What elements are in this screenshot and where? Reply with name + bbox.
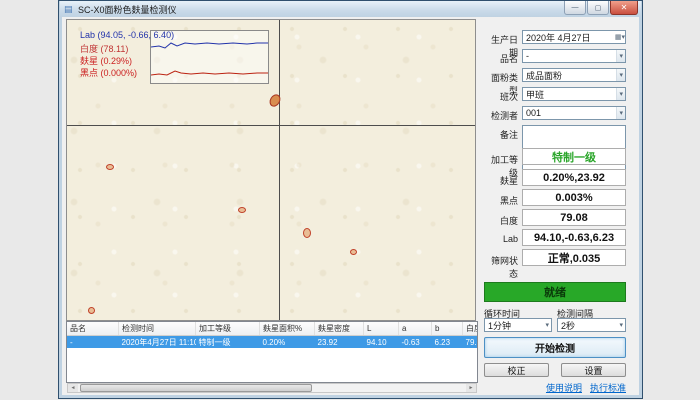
- crosshair-horizontal-line: [67, 125, 475, 126]
- sieve-state-label: 筛网状态: [484, 254, 518, 280]
- title-bar[interactable]: ▤ SC-X0面粉色麸量检测仪: [60, 1, 641, 17]
- maximize-button[interactable]: ▢: [587, 1, 609, 15]
- column-header[interactable]: 检测时间: [119, 322, 196, 336]
- close-button[interactable]: ✕: [610, 1, 638, 15]
- table-cell: 94.10: [364, 336, 399, 349]
- shift-label: 班次: [484, 90, 518, 103]
- column-header[interactable]: L: [364, 322, 399, 336]
- column-header[interactable]: a: [399, 322, 432, 336]
- bran-speck-marker: [88, 307, 95, 314]
- table-cell: 23.92: [315, 336, 364, 349]
- interval-value: 2秒: [561, 319, 575, 332]
- column-header[interactable]: 白度: [463, 322, 479, 336]
- interval-combo[interactable]: 2秒 ▾: [557, 318, 626, 332]
- bran-value: 0.20%,23.92: [522, 169, 626, 186]
- bran-speck-marker: [267, 92, 282, 108]
- scrollbar-track[interactable]: [312, 384, 466, 392]
- chevron-down-icon[interactable]: ▾: [616, 107, 625, 119]
- flour-type-value: 成品面粉: [526, 69, 562, 82]
- table-row[interactable]: -2020年4月27日 11:10特制一级0.20%23.9294.10-0.6…: [67, 336, 478, 349]
- inspector-label: 检测者: [484, 109, 518, 122]
- window-controls: — ▢ ✕: [563, 1, 638, 15]
- shift-value: 甲班: [526, 88, 544, 101]
- inspector-value: 001: [526, 108, 541, 118]
- table-cell: 特制一级: [196, 336, 260, 349]
- chevron-down-icon[interactable]: ▾: [543, 321, 551, 329]
- product-name-label: 品名: [484, 52, 518, 65]
- table-cell: 0.20%: [260, 336, 315, 349]
- start-detection-button[interactable]: 开始检测: [484, 337, 626, 358]
- maximize-icon: ▢: [595, 4, 602, 12]
- column-header[interactable]: 麸星面积%: [260, 322, 315, 336]
- overlay-blackspot-reading: 黑点 (0.000%): [80, 66, 137, 79]
- bran-trend-line: [151, 71, 268, 75]
- column-header[interactable]: 加工等级: [196, 322, 260, 336]
- flour-type-combo[interactable]: 成品面粉 ▾: [522, 68, 626, 82]
- app-window: ▤ SC-X0面粉色麸量检测仪 — ▢ ✕ Lab (94.05, -0.66,…: [58, 0, 643, 399]
- bran-speck-marker: [238, 207, 246, 213]
- lab-label: Lab: [484, 234, 518, 244]
- results-table: 品名检测时间加工等级麸星面积%麸星密度Lab白度黑点面积% -2020年4月27…: [67, 322, 478, 348]
- desktop: ▤ SC-X0面粉色麸量检测仪 — ▢ ✕ Lab (94.05, -0.66,…: [0, 0, 700, 400]
- grade-value: 特制一级: [522, 148, 626, 165]
- minimize-button[interactable]: —: [564, 1, 586, 15]
- table-horizontal-scrollbar[interactable]: ◄ ►: [67, 383, 477, 393]
- column-header[interactable]: b: [432, 322, 463, 336]
- minimize-icon: —: [572, 4, 579, 11]
- footer-links: 使用说明 执行标准: [484, 381, 626, 394]
- chevron-down-icon[interactable]: ▾: [616, 69, 625, 81]
- calibrate-button[interactable]: 校正: [484, 363, 549, 377]
- cycle-time-value: 1分钟: [488, 319, 511, 332]
- app-icon: ▤: [64, 4, 74, 14]
- product-name-value: -: [526, 51, 529, 61]
- sieve-state-value: 正常,0.035: [522, 249, 626, 266]
- close-icon: ✕: [621, 3, 628, 12]
- whiteness-value: 79.08: [522, 209, 626, 226]
- remarks-label: 备注: [484, 128, 518, 141]
- history-table-container: 品名检测时间加工等级麸星面积%麸星密度Lab白度黑点面积% -2020年4月27…: [66, 321, 478, 383]
- whiteness-label: 白度: [484, 214, 518, 227]
- scroll-right-icon[interactable]: ►: [466, 384, 476, 392]
- bran-speck-marker: [350, 249, 357, 255]
- table-cell: -: [67, 336, 119, 349]
- table-cell: -0.63: [399, 336, 432, 349]
- calendar-icon[interactable]: ▦▾: [615, 33, 625, 41]
- blackspot-value: 0.003%: [522, 189, 626, 206]
- blackspot-label: 黑点: [484, 194, 518, 207]
- table-header-row: 品名检测时间加工等级麸星面积%麸星密度Lab白度黑点面积%: [67, 322, 478, 336]
- column-header[interactable]: 品名: [67, 322, 119, 336]
- settings-button[interactable]: 设置: [561, 363, 626, 377]
- production-date-picker[interactable]: 2020年 4月27日 ▦▾: [522, 30, 626, 44]
- inspector-combo[interactable]: 001 ▾: [522, 106, 626, 120]
- chevron-down-icon[interactable]: ▾: [617, 321, 625, 329]
- table-cell: 2020年4月27日 11:10: [119, 336, 196, 349]
- production-date-value: 2020年 4月27日: [526, 31, 591, 44]
- overlay-lab-reading: Lab (94.05, -0.66, 6.40): [80, 30, 174, 40]
- scroll-left-icon[interactable]: ◄: [68, 384, 78, 392]
- chevron-down-icon[interactable]: ▾: [616, 50, 625, 62]
- table-cell: 79.08: [463, 336, 479, 349]
- cycle-time-combo[interactable]: 1分钟 ▾: [484, 318, 552, 332]
- column-header[interactable]: 麸星密度: [315, 322, 364, 336]
- manual-link[interactable]: 使用说明: [546, 381, 582, 394]
- window-title: SC-X0面粉色麸量检测仪: [78, 3, 177, 16]
- camera-image-view: Lab (94.05, -0.66, 6.40) 白度 (78.11) 麸星 (…: [66, 19, 476, 321]
- crosshair-vertical-line: [279, 20, 280, 320]
- lab-trend-line: [151, 43, 268, 48]
- table-cell: 6.23: [432, 336, 463, 349]
- bran-speck-marker: [303, 228, 311, 238]
- standard-link[interactable]: 执行标准: [590, 381, 626, 394]
- product-name-combo[interactable]: - ▾: [522, 49, 626, 63]
- lab-value: 94.10,-0.63,6.23: [522, 229, 626, 246]
- shift-combo[interactable]: 甲班 ▾: [522, 87, 626, 101]
- scrollbar-thumb[interactable]: [80, 384, 312, 392]
- chevron-down-icon[interactable]: ▾: [616, 88, 625, 100]
- status-badge: 就绪: [484, 282, 626, 302]
- bran-speck-marker: [106, 164, 114, 170]
- bran-label: 麸星: [484, 174, 518, 187]
